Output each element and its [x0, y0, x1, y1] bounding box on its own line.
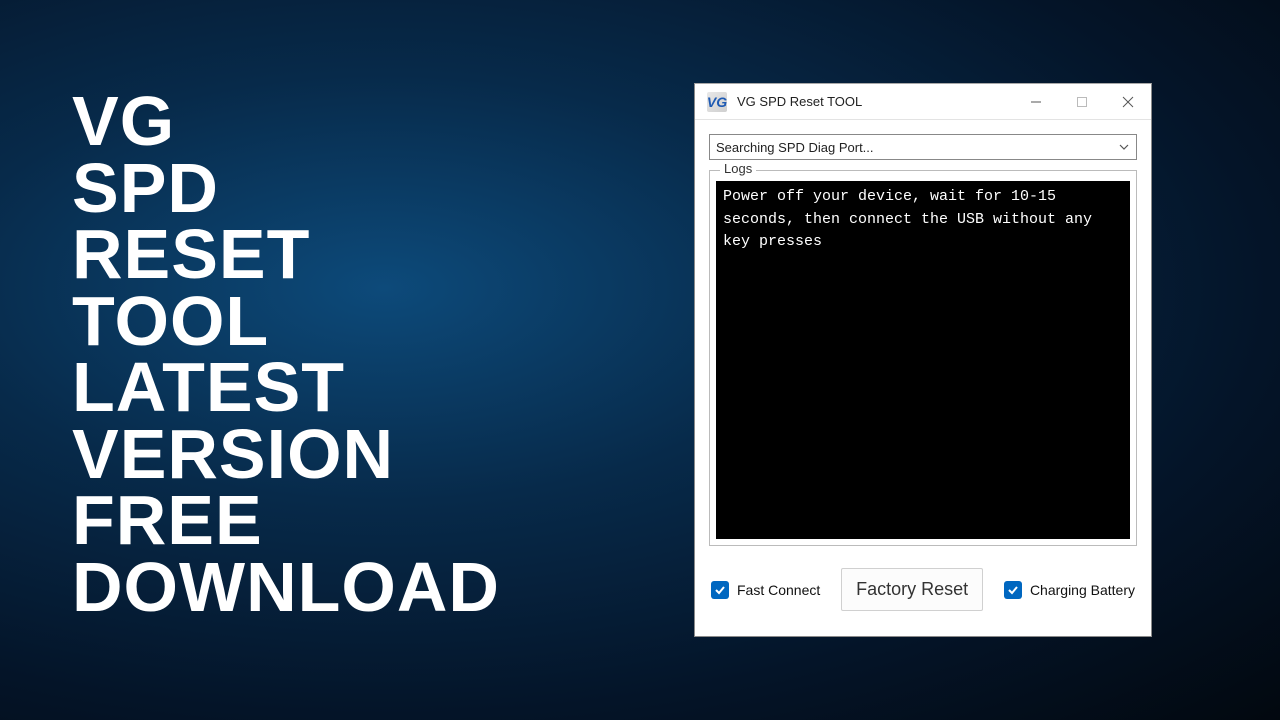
hero-title: VG SPD RESET TOOL LATEST VERSION FREE DO…: [72, 88, 500, 620]
port-dropdown[interactable]: Searching SPD Diag Port...: [709, 134, 1137, 160]
hero-line: VERSION: [72, 421, 500, 488]
minimize-button[interactable]: [1013, 84, 1059, 119]
charging-battery-label: Charging Battery: [1030, 582, 1135, 598]
window-title: VG SPD Reset TOOL: [737, 94, 1013, 109]
maximize-icon: [1076, 96, 1088, 108]
checkbox-icon: [711, 581, 729, 599]
titlebar[interactable]: VG VG SPD Reset TOOL: [695, 84, 1151, 120]
fast-connect-label: Fast Connect: [737, 582, 820, 598]
logs-console[interactable]: Power off your device, wait for 10-15 se…: [716, 181, 1130, 539]
app-window: VG VG SPD Reset TOOL Searching SPD Diag …: [694, 83, 1152, 637]
hero-line: DOWNLOAD: [72, 554, 500, 621]
logs-group: Logs Power off your device, wait for 10-…: [709, 170, 1137, 546]
window-controls: [1013, 84, 1151, 119]
minimize-icon: [1030, 96, 1042, 108]
hero-line: VG: [72, 88, 500, 155]
check-icon: [714, 584, 726, 596]
chevron-down-icon: [1118, 141, 1130, 153]
close-button[interactable]: [1105, 84, 1151, 119]
logs-legend: Logs: [720, 161, 756, 176]
hero-line: LATEST: [72, 354, 500, 421]
factory-reset-button[interactable]: Factory Reset: [841, 568, 983, 611]
window-content: Searching SPD Diag Port... Logs Power of…: [695, 120, 1151, 621]
port-dropdown-value: Searching SPD Diag Port...: [716, 140, 874, 155]
app-icon: VG: [707, 92, 727, 112]
hero-line: SPD: [72, 155, 500, 222]
charging-battery-checkbox[interactable]: Charging Battery: [1004, 581, 1135, 599]
fast-connect-checkbox[interactable]: Fast Connect: [711, 581, 820, 599]
check-icon: [1007, 584, 1019, 596]
checkbox-icon: [1004, 581, 1022, 599]
close-icon: [1122, 96, 1134, 108]
hero-line: TOOL: [72, 288, 500, 355]
hero-line: RESET: [72, 221, 500, 288]
maximize-button[interactable]: [1059, 84, 1105, 119]
bottom-row: Fast Connect Factory Reset Charging Batt…: [709, 568, 1137, 611]
hero-line: FREE: [72, 487, 500, 554]
